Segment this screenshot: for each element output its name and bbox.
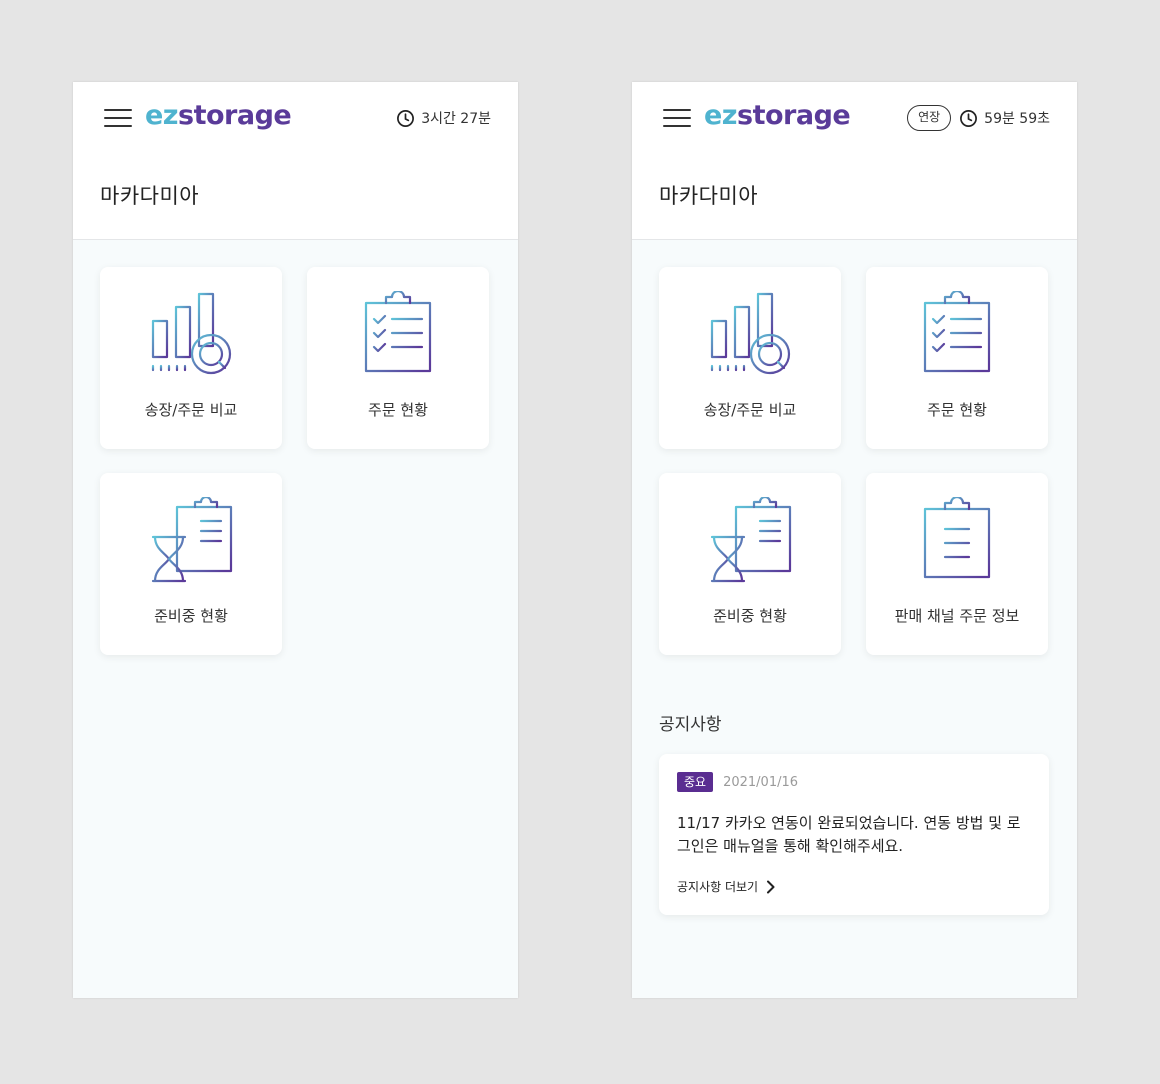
logo-ez: ez xyxy=(704,100,738,131)
logo-ez: ez xyxy=(145,100,179,131)
session-timer: 연장 59분 59초 xyxy=(907,105,1050,131)
menu-card-order-status[interactable]: 주문 현황 xyxy=(866,267,1048,449)
clipboard-checklist-icon xyxy=(348,291,448,381)
store-name: 마카다미아 xyxy=(659,184,759,208)
menu-card-label: 송장/주문 비교 xyxy=(703,401,797,419)
notice-card[interactable]: 중요 2021/01/16 11/17 카카오 연동이 완료되었습니다. 연동 … xyxy=(659,754,1049,915)
notice-meta: 중요 2021/01/16 xyxy=(677,772,798,792)
notice-body: 11/17 카카오 연동이 완료되었습니다. 연동 방법 및 로그인은 매뉴얼을… xyxy=(677,814,1021,855)
menu-card-preparing-status[interactable]: 준비중 현황 xyxy=(100,473,282,655)
menu-card-label: 주문 현황 xyxy=(368,401,428,419)
notice-more-label: 공지사항 더보기 xyxy=(677,880,759,894)
notice-section-title: 공지사항 xyxy=(659,715,722,735)
hourglass-clipboard-icon xyxy=(141,497,241,587)
menu-card-label: 송장/주문 비교 xyxy=(144,401,238,419)
notice-date: 2021/01/16 xyxy=(723,774,799,790)
logo[interactable]: ezstorage xyxy=(145,96,292,136)
hamburger-menu-icon[interactable] xyxy=(104,108,132,128)
logo[interactable]: ezstorage xyxy=(704,96,851,136)
extend-session-button[interactable]: 연장 xyxy=(907,105,952,131)
bar-chart-search-icon xyxy=(700,291,800,381)
important-badge: 중요 xyxy=(677,772,714,792)
bar-chart-search-icon xyxy=(141,291,241,381)
store-name: 마카다미아 xyxy=(100,184,200,208)
menu-card-channel-order-info[interactable]: 판매 채널 주문 정보 xyxy=(866,473,1048,655)
menu-card-preparing-status[interactable]: 준비중 현황 xyxy=(659,473,841,655)
menu-card-label: 판매 채널 주문 정보 xyxy=(894,607,1020,625)
hamburger-menu-icon[interactable] xyxy=(663,108,691,128)
hourglass-clipboard-icon xyxy=(700,497,800,587)
timer-text: 59분 59초 xyxy=(984,111,1050,127)
header: ezstorage 연장 59분 59초 마카다미아 xyxy=(632,82,1077,240)
clock-icon xyxy=(397,109,415,127)
right-screen: ezstorage 연장 59분 59초 마카다미아 송장/주문 비교 주문 현… xyxy=(632,82,1077,998)
clock-icon xyxy=(960,109,978,127)
notice-more-link[interactable]: 공지사항 더보기 xyxy=(677,878,776,895)
session-timer: 3시간 27분 xyxy=(396,106,491,130)
header: ezstorage 3시간 27분 마카다미아 xyxy=(73,82,518,240)
clipboard-lines-icon xyxy=(907,497,1007,587)
left-screen: ezstorage 3시간 27분 마카다미아 송장/주문 비교 주문 현황 준… xyxy=(73,82,518,998)
menu-card-label: 준비중 현황 xyxy=(154,607,228,625)
timer-text: 3시간 27분 xyxy=(421,111,491,127)
menu-card-invoice-compare[interactable]: 송장/주문 비교 xyxy=(659,267,841,449)
clipboard-checklist-icon xyxy=(907,291,1007,381)
menu-card-order-status[interactable]: 주문 현황 xyxy=(307,267,489,449)
logo-storage: storage xyxy=(178,100,292,131)
menu-card-invoice-compare[interactable]: 송장/주문 비교 xyxy=(100,267,282,449)
logo-storage: storage xyxy=(737,100,851,131)
chevron-right-icon xyxy=(767,880,775,893)
menu-card-label: 준비중 현황 xyxy=(713,607,787,625)
menu-card-label: 주문 현황 xyxy=(927,401,987,419)
